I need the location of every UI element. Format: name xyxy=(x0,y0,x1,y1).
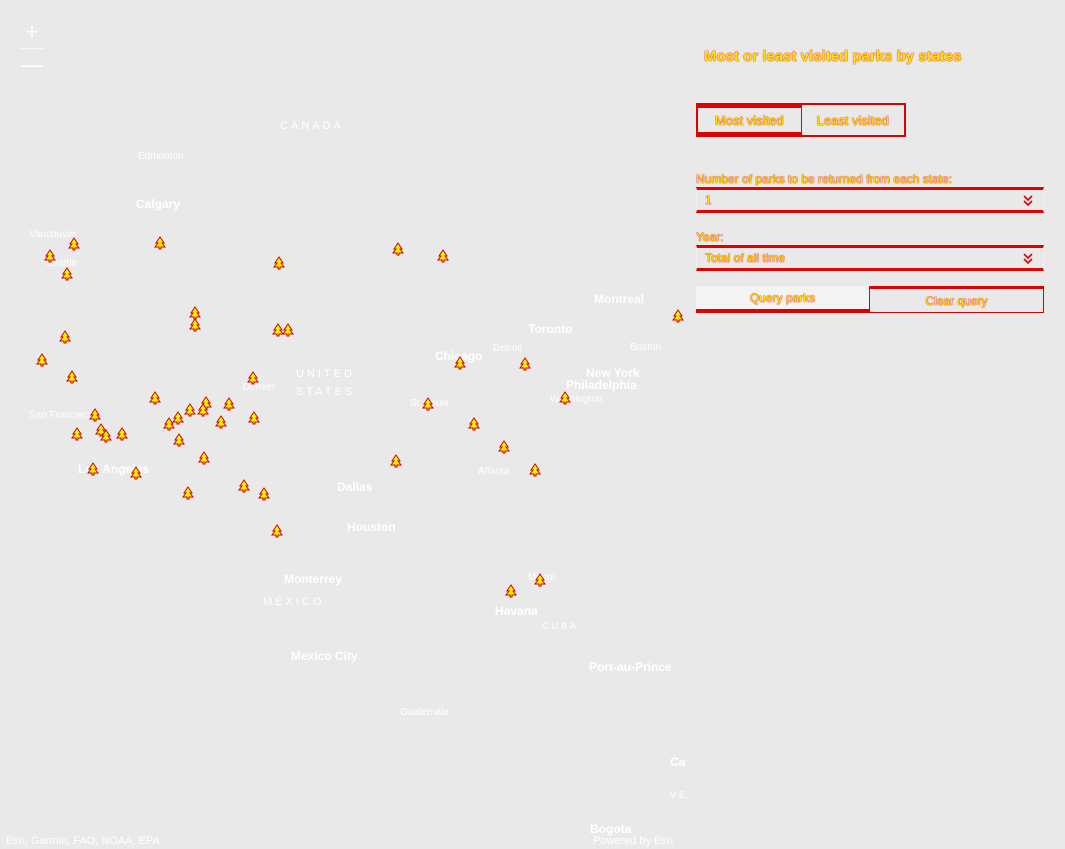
tree-icon[interactable] xyxy=(454,356,466,370)
count-label: Number of parks to be returned from each… xyxy=(696,172,953,186)
year-select[interactable]: Total of all time xyxy=(696,245,1044,271)
tree-icon[interactable] xyxy=(197,403,209,417)
query-parks-button[interactable]: Query parks xyxy=(696,286,869,313)
tree-icon[interactable] xyxy=(215,415,227,429)
tree-icon[interactable] xyxy=(68,237,80,251)
zoom-in-button[interactable]: + xyxy=(16,18,48,46)
tree-icon[interactable] xyxy=(44,249,56,263)
tree-icon[interactable] xyxy=(100,429,112,443)
map-label-san-francisco: San Francisco xyxy=(29,410,93,421)
map-label-detroit: Detroit xyxy=(493,343,523,354)
map-label-havana: Havana xyxy=(495,604,538,618)
tree-icon[interactable] xyxy=(248,411,260,425)
count-select-value: 1 xyxy=(705,193,712,207)
chevron-down-icon xyxy=(1023,195,1033,207)
map-label-washington: Washington xyxy=(550,394,603,405)
tree-icon[interactable] xyxy=(163,417,175,431)
tree-icon[interactable] xyxy=(437,249,449,263)
tree-icon[interactable] xyxy=(247,371,259,385)
map-label-united: UNITED xyxy=(296,368,355,380)
tree-icon[interactable] xyxy=(66,370,78,384)
tree-icon[interactable] xyxy=(534,573,546,587)
powered-by-esri[interactable]: Powered by Esri xyxy=(593,835,673,847)
tree-icon[interactable] xyxy=(392,242,404,256)
map-label-states: STATES xyxy=(296,386,356,398)
tree-icon[interactable] xyxy=(505,584,517,598)
tree-icon[interactable] xyxy=(116,427,128,441)
map-attribution: Esri, Garmin, FAO, NOAA, EPA xyxy=(6,835,160,847)
map-label-cuba: CUBA xyxy=(542,621,580,631)
tree-icon[interactable] xyxy=(87,462,99,476)
tree-icon[interactable] xyxy=(59,330,71,344)
tree-icon[interactable] xyxy=(89,408,101,422)
tree-icon[interactable] xyxy=(149,391,161,405)
tree-icon[interactable] xyxy=(468,417,480,431)
zoom-out-button[interactable]: — xyxy=(16,51,48,79)
query-panel: Most or least visited parks by states Mo… xyxy=(692,0,1065,849)
tree-icon[interactable] xyxy=(184,403,196,417)
map-label-bogota: Bogota xyxy=(590,822,632,836)
map-view[interactable]: + — CANADA Edmonton Calgary Vancouver Se… xyxy=(0,0,692,849)
map-label-edmonton: Edmonton xyxy=(138,151,184,162)
tree-icon[interactable] xyxy=(258,487,270,501)
mode-segmented-control: Most visited Least visited xyxy=(696,103,906,137)
map-label-monterrey: Monterrey xyxy=(284,572,343,586)
tree-icon[interactable] xyxy=(154,236,166,250)
tree-icon[interactable] xyxy=(238,479,250,493)
panel-title: Most or least visited parks by states xyxy=(704,48,962,65)
map-label-mexico: MÉXICO xyxy=(263,596,325,608)
map-label-guatemala: Guatemala xyxy=(400,707,449,718)
map-label-calgary: Calgary xyxy=(136,197,181,211)
map-label-atlanta: Atlanta xyxy=(478,466,510,477)
tree-icon[interactable] xyxy=(672,309,684,323)
tree-icon[interactable] xyxy=(271,524,283,538)
clear-query-button[interactable]: Clear query xyxy=(869,286,1044,313)
tree-icon[interactable] xyxy=(182,486,194,500)
tree-icon[interactable] xyxy=(282,323,294,337)
map-label-toronto: Toronto xyxy=(528,322,573,336)
tree-icon[interactable] xyxy=(71,427,83,441)
year-select-value: Total of all time xyxy=(705,251,786,265)
tree-icon[interactable] xyxy=(422,397,434,411)
tree-icon[interactable] xyxy=(61,267,73,281)
tree-icon[interactable] xyxy=(559,391,571,405)
map-label-port-au-prince: Port-au-Prince xyxy=(589,660,672,674)
zoom-control: + — xyxy=(16,18,48,79)
tree-icon[interactable] xyxy=(36,353,48,367)
map-label-philadelphia: Philadelphia xyxy=(566,378,637,392)
chevron-down-icon xyxy=(1023,253,1033,265)
map-label-montreal: Montreal xyxy=(594,292,645,306)
map-label-ve-partial: VE xyxy=(670,790,689,800)
count-select[interactable]: 1 xyxy=(696,187,1044,213)
tree-icon[interactable] xyxy=(223,397,235,411)
tree-icon[interactable] xyxy=(189,318,201,332)
mode-option-least-visited[interactable]: Least visited xyxy=(800,105,905,135)
map-label-mexico-city: Mexico City xyxy=(291,649,358,663)
zoom-divider xyxy=(20,48,44,49)
query-buttons: Query parks Clear query xyxy=(696,286,1044,313)
map-label-boston: Boston xyxy=(630,342,662,353)
tree-icon[interactable] xyxy=(390,454,402,468)
tree-icon[interactable] xyxy=(519,357,531,371)
map-label-canada: CANADA xyxy=(280,120,344,132)
tree-icon[interactable] xyxy=(173,433,185,447)
map-label-ca-partial: Ca xyxy=(670,755,686,769)
tree-icon[interactable] xyxy=(130,466,142,480)
tree-icon[interactable] xyxy=(198,451,210,465)
map-label-houston: Houston xyxy=(347,520,396,534)
year-label: Year: xyxy=(696,230,724,244)
tree-icon[interactable] xyxy=(498,440,510,454)
tree-icon[interactable] xyxy=(529,463,541,477)
mode-option-most-visited[interactable]: Most visited xyxy=(698,105,801,135)
map-label-dallas: Dallas xyxy=(337,480,373,494)
tree-icon[interactable] xyxy=(273,256,285,270)
